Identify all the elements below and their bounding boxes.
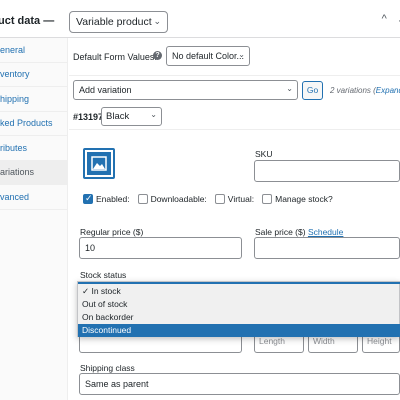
downloadable-checkbox[interactable] <box>137 194 148 204</box>
height-placeholder: Height <box>367 336 392 346</box>
stock-option-on-backorder[interactable]: On backorder <box>78 311 400 324</box>
manage-stock-option[interactable]: Manage stock? <box>262 194 333 204</box>
tab-advanced[interactable]: vanced <box>0 185 67 210</box>
product-type-select[interactable]: Variable product ⌄ <box>69 11 168 33</box>
variation-id: #13197 <box>73 112 104 122</box>
image-placeholder-icon[interactable] <box>83 148 115 179</box>
variation-color-select[interactable]: Black ⌄ <box>101 107 162 126</box>
enabled-option[interactable]: Enabled: <box>83 193 130 204</box>
collapse-up-icon[interactable]: ^ <box>382 13 387 26</box>
stock-option-out-of-stock[interactable]: Out of stock <box>78 298 400 311</box>
tab-linked-products-label: ked Products <box>0 118 53 129</box>
image-placeholder-fill <box>87 152 111 175</box>
variations-panel: Default Form Values: ? No default Color.… <box>69 38 400 400</box>
product-type-value: Variable product <box>76 16 152 28</box>
sale-price-label: Sale price ($) Schedule <box>255 227 343 237</box>
virtual-label: Virtual: <box>227 194 255 204</box>
add-variation-row: Add variation ⌄ Go 2 variations (Expand … <box>69 76 400 104</box>
regular-price-input[interactable]: 10 <box>79 237 242 259</box>
tab-shipping-label: hipping <box>0 93 30 104</box>
width-placeholder: Width <box>313 336 335 346</box>
go-button[interactable]: Go <box>302 81 323 100</box>
tab-attributes-label: ributes <box>0 142 28 153</box>
tab-inventory-label: ventory <box>0 69 30 80</box>
product-data-tabs: eneral ventory hipping ked Products ribu… <box>0 38 68 400</box>
default-form-values-row: Default Form Values: ? No default Color.… <box>69 38 400 76</box>
regular-price-label: Regular price ($) <box>80 227 144 237</box>
stock-status-dropdown[interactable]: ✓ In stock Out of stock On backorder Dis… <box>77 281 400 337</box>
shipping-class-select[interactable]: Same as parent <box>79 373 400 395</box>
stock-option-discontinued[interactable]: Discontinued <box>78 324 400 337</box>
manage-stock-label: Manage stock? <box>275 194 333 204</box>
tab-linked-products[interactable]: ked Products <box>0 112 67 136</box>
variations-count-text: 2 variations ( <box>330 86 376 95</box>
downloadable-label: Downloadable: <box>150 194 207 204</box>
variations-count: 2 variations (Expand / <box>330 86 400 95</box>
sale-price-input[interactable] <box>254 237 400 259</box>
header-actions: ^ ⌄ <box>382 13 400 26</box>
schedule-link[interactable]: Schedule <box>308 227 343 237</box>
virtual-option[interactable]: Virtual: <box>214 194 255 204</box>
tab-variations[interactable]: ariations <box>0 160 67 185</box>
sku-input[interactable] <box>254 160 400 182</box>
default-color-select[interactable]: No default Color... ⌄ <box>166 46 250 66</box>
tab-inventory[interactable]: ventory <box>0 63 67 87</box>
stock-option-in-stock[interactable]: ✓ In stock <box>78 285 400 298</box>
default-form-values-label: Default Form Values: <box>73 52 157 62</box>
tab-advanced-label: vanced <box>0 191 30 202</box>
enabled-checkbox[interactable] <box>83 193 93 204</box>
shipping-class-label: Shipping class <box>80 363 135 373</box>
downloadable-option[interactable]: Downloadable: <box>137 194 207 204</box>
tab-variations-label: ariations <box>0 167 35 178</box>
chevron-down-icon: ⌄ <box>238 50 245 59</box>
sale-price-label-text: Sale price ($) <box>255 227 306 237</box>
stock-status-label: Stock status <box>80 270 127 280</box>
expand-link[interactable]: Expand / <box>376 86 400 95</box>
chevron-down-icon: ⌄ <box>153 16 161 26</box>
product-data-header: uct data — Variable product ⌄ ^ ⌄ <box>0 0 400 38</box>
tab-attributes[interactable]: ributes <box>0 136 67 161</box>
default-color-value: No default Color... <box>172 51 245 61</box>
add-variation-value: Add variation <box>79 85 132 95</box>
manage-stock-checkbox[interactable] <box>262 194 273 204</box>
tab-general[interactable]: eneral <box>0 38 67 63</box>
enabled-label: Enabled: <box>96 194 130 204</box>
add-variation-select[interactable]: Add variation ⌄ <box>73 80 298 100</box>
picture-icon <box>91 156 107 171</box>
tab-shipping[interactable]: hipping <box>0 87 67 112</box>
variation-options: Enabled: Downloadable: Virtual: Manage s… <box>83 193 333 204</box>
variation-header[interactable]: #13197 Black ⌄ <box>69 104 400 130</box>
help-icon[interactable]: ? <box>153 51 162 60</box>
product-data-title: uct data — <box>0 15 55 27</box>
sku-label: SKU <box>255 149 273 159</box>
virtual-checkbox[interactable] <box>214 194 225 204</box>
length-placeholder: Length <box>259 336 285 346</box>
chevron-down-icon: ⌄ <box>286 84 293 93</box>
chevron-down-icon: ⌄ <box>150 110 157 119</box>
tab-general-label: eneral <box>0 44 26 55</box>
variation-color-value: Black <box>106 111 130 122</box>
